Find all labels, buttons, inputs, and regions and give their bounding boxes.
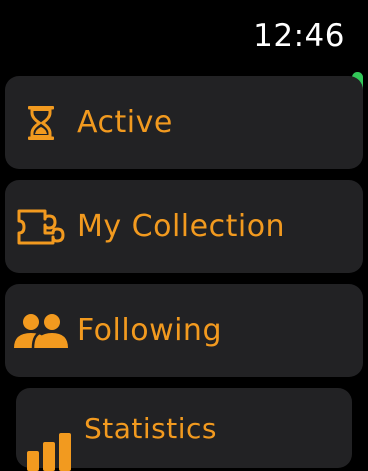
menu-item-label: Statistics xyxy=(84,412,217,445)
people-icon xyxy=(5,284,77,377)
bar-chart-icon xyxy=(16,411,84,471)
menu-item-statistics[interactable]: Statistics xyxy=(16,388,352,471)
puzzle-icon xyxy=(5,180,77,273)
menu-item-my-collection[interactable]: My Collection xyxy=(5,180,363,273)
menu-item-following[interactable]: Following xyxy=(5,284,363,377)
menu-item-active[interactable]: Active xyxy=(5,76,363,169)
menu-item-label: Following xyxy=(77,313,222,348)
clock-time: 12:46 xyxy=(253,18,345,54)
menu-item-label: Active xyxy=(77,105,173,140)
menu-item-label: My Collection xyxy=(77,209,286,244)
hourglass-icon xyxy=(5,76,77,169)
